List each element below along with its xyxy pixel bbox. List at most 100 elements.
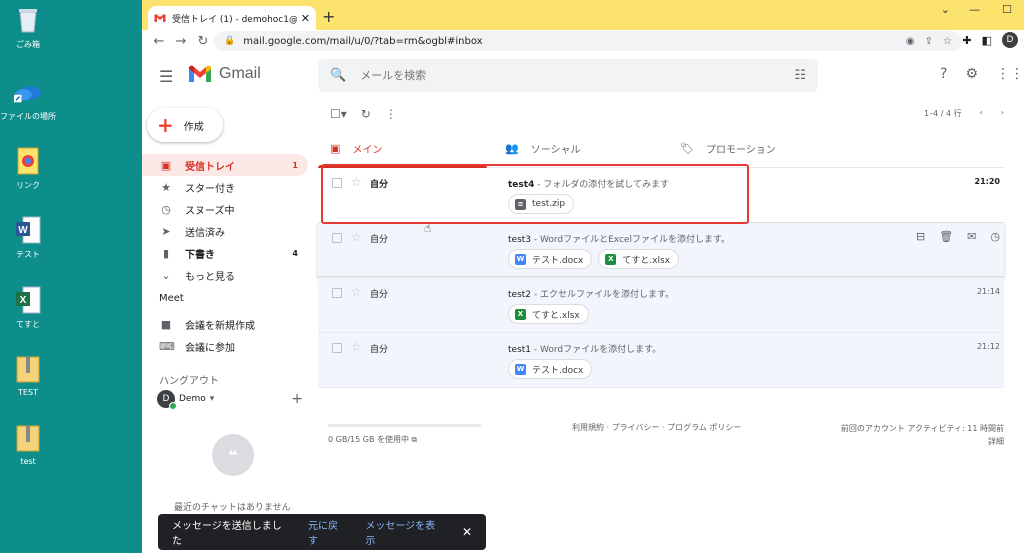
sidebar-item-label: もっと見る (185, 271, 235, 283)
share-icon[interactable]: ⇪ (925, 36, 933, 47)
word-file-icon: W (14, 214, 42, 246)
refresh-icon[interactable]: ↻ (361, 107, 371, 121)
desktop-icon-link[interactable]: リンク (0, 145, 56, 191)
no-chats-text: 最近のチャットはありません (174, 503, 291, 513)
tab-primary[interactable]: ▣ メイン (318, 130, 493, 168)
desktop: ごみ箱 ファイルの場所 リンク W テスト X てすと TEST test (0, 0, 142, 553)
desktop-icon-label: TEST (18, 388, 38, 397)
tab-promotions[interactable]: 🏷 プロモーション (668, 130, 843, 167)
sidebar-item-inbox[interactable]: ▣ 受信トレイ 1 (142, 154, 308, 176)
browser-tab-gmail[interactable]: 受信トレイ (1) - demohoc1@gmai ✕ (148, 6, 316, 30)
row-checkbox[interactable] (332, 288, 342, 298)
storage-text[interactable]: 0 GB/15 GB を使用中 ⧉ (328, 434, 417, 445)
bookmark-star-icon[interactable]: ☆ (943, 36, 952, 47)
prev-page-icon[interactable]: ‹ (980, 108, 983, 119)
hangouts-user[interactable]: D Demo ▾ + (157, 390, 303, 410)
attachment-chip[interactable]: W テスト.docx (508, 359, 593, 379)
row-checkbox[interactable] (332, 178, 342, 188)
search-options-icon[interactable]: ☷ (794, 68, 806, 83)
star-toggle-icon[interactable]: ☆ (351, 285, 362, 299)
external-link-icon[interactable]: ⧉ (412, 435, 418, 444)
search-input[interactable] (360, 69, 795, 82)
hangouts-status-dropdown-icon[interactable]: ▾ (210, 394, 215, 404)
lock-icon[interactable]: 🔒 (224, 36, 235, 46)
close-tab-icon[interactable]: ✕ (301, 12, 310, 25)
svg-text:W: W (18, 225, 28, 236)
reload-icon[interactable]: ↻ (192, 34, 214, 49)
snooze-icon[interactable]: ◷ (990, 230, 1000, 243)
terms-links[interactable]: 利用規約 · プライバシー · プログラム ポリシー (572, 422, 741, 433)
omnibox[interactable]: 🔒 mail.google.com/mail/u/0/?tab=rm&ogbl#… (214, 31, 962, 51)
close-snackbar-icon[interactable]: ✕ (462, 525, 472, 539)
attachment-chip[interactable]: X てすと.xlsx (508, 304, 589, 324)
desktop-icon-onedrive[interactable]: ファイルの場所 (0, 76, 56, 122)
attachment-chip[interactable]: X てすと.xlsx (598, 249, 680, 269)
attachment-chip[interactable]: ≡ test.zip (508, 194, 575, 214)
recycle-bin-icon (14, 4, 42, 36)
sidebar-item-starred[interactable]: ★ スター付き (142, 176, 308, 198)
meet-join-meeting[interactable]: ⌨ 会議に参加 (142, 335, 308, 357)
compose-button[interactable]: + 作成 (147, 108, 223, 142)
mouse-cursor-icon: ☝ (424, 221, 432, 235)
email-row[interactable]: ☆ 自分 test4 - フォルダの添付を試してみます 21:20 ≡ test.… (318, 168, 1004, 223)
desktop-icon-test-lower[interactable]: test (0, 422, 56, 466)
excel-file-icon: X (14, 284, 42, 316)
tab-social[interactable]: 👥 ソーシャル (493, 130, 668, 167)
attachment-name: テスト.docx (532, 365, 584, 376)
send-icon: ➤ (161, 224, 171, 238)
row-checkbox[interactable] (332, 343, 342, 353)
main-menu-icon[interactable]: ☰ (159, 67, 173, 86)
undo-link[interactable]: 元に戻す (308, 517, 347, 547)
new-chat-plus-icon[interactable]: + (291, 391, 303, 407)
eye-icon[interactable]: ◉ (906, 36, 915, 47)
more-options-icon[interactable]: ⋮ (385, 107, 397, 121)
desktop-icon-excel[interactable]: X てすと (0, 284, 56, 330)
tab-search-chevron-icon[interactable]: ⌄ (941, 3, 950, 16)
delete-icon[interactable]: 🗑 (939, 230, 953, 243)
hangouts-avatar: D (157, 390, 177, 410)
star-toggle-icon[interactable]: ☆ (351, 175, 362, 189)
side-panel-icon[interactable]: ◧ (982, 34, 992, 47)
next-page-icon[interactable]: › (1001, 108, 1004, 119)
sidebar-item-drafts[interactable]: ▮ 下書き 4 (142, 242, 308, 264)
attachment-name: てすと.xlsx (532, 310, 580, 321)
attachment-chip[interactable]: W テスト.docx (508, 249, 593, 269)
search-icon[interactable]: 🔍 (330, 68, 346, 83)
storage-usage: 0 GB/15 GB を使用中 (328, 435, 409, 444)
gmail-logo[interactable]: Gmail (188, 64, 261, 84)
desktop-icon-recycle-bin[interactable]: ごみ箱 (0, 4, 56, 50)
new-tab-icon[interactable]: + (322, 7, 335, 26)
email-row[interactable]: ☆ 自分 test1 - Wordファイルを添付します。 21:12 W テスト.… (318, 333, 1004, 388)
star-toggle-icon[interactable]: ☆ (351, 340, 362, 354)
meet-new-meeting[interactable]: ■ 会議を新規作成 (142, 313, 308, 335)
tab-label: ソーシャル (530, 145, 581, 156)
maximize-icon[interactable]: ☐ (1002, 3, 1012, 16)
sidebar-item-more[interactable]: ⌄ もっと見る (142, 264, 308, 286)
desktop-icon-test-upper[interactable]: TEST (0, 353, 56, 397)
view-message-link[interactable]: メッセージを表示 (365, 517, 444, 547)
sidebar-item-snoozed[interactable]: ◷ スヌーズ中 (142, 198, 308, 220)
help-icon[interactable]: ? (940, 66, 947, 82)
star-toggle-icon[interactable]: ☆ (351, 230, 362, 244)
desktop-icon-label: test (20, 457, 36, 466)
mark-unread-icon[interactable]: ✉ (967, 230, 976, 243)
row-checkbox[interactable] (332, 233, 342, 243)
settings-gear-icon[interactable]: ⚙ (965, 66, 978, 82)
sidebar-item-sent[interactable]: ➤ 送信済み (142, 220, 308, 242)
activity-details-link[interactable]: 詳細 (841, 435, 1004, 448)
email-row[interactable]: ☆ 自分 test3 - WordファイルとExcelファイルを添付します。 ⊟… (318, 223, 1004, 278)
archive-icon[interactable]: ⊟ (916, 230, 925, 243)
gmail-favicon-icon (154, 14, 166, 22)
email-row[interactable]: ☆ 自分 test2 - エクセルファイルを添付します。 21:14 X てすと.… (318, 278, 1004, 333)
desktop-icon-word[interactable]: W テスト (0, 214, 56, 260)
apps-grid-icon[interactable]: ⋮⋮ (996, 66, 1024, 82)
back-icon[interactable]: ← (148, 34, 170, 49)
forward-icon[interactable]: → (170, 34, 192, 49)
extensions-icon[interactable]: ✚ (962, 34, 971, 47)
email-preview: test4 - フォルダの添付を試してみます (508, 177, 669, 190)
minimize-icon[interactable]: — (969, 3, 980, 16)
profile-avatar[interactable]: D (1002, 32, 1018, 48)
star-icon: ★ (161, 180, 171, 194)
select-all-checkbox[interactable]: ☐▾ (330, 107, 347, 121)
onedrive-shortcut-icon (14, 76, 42, 108)
